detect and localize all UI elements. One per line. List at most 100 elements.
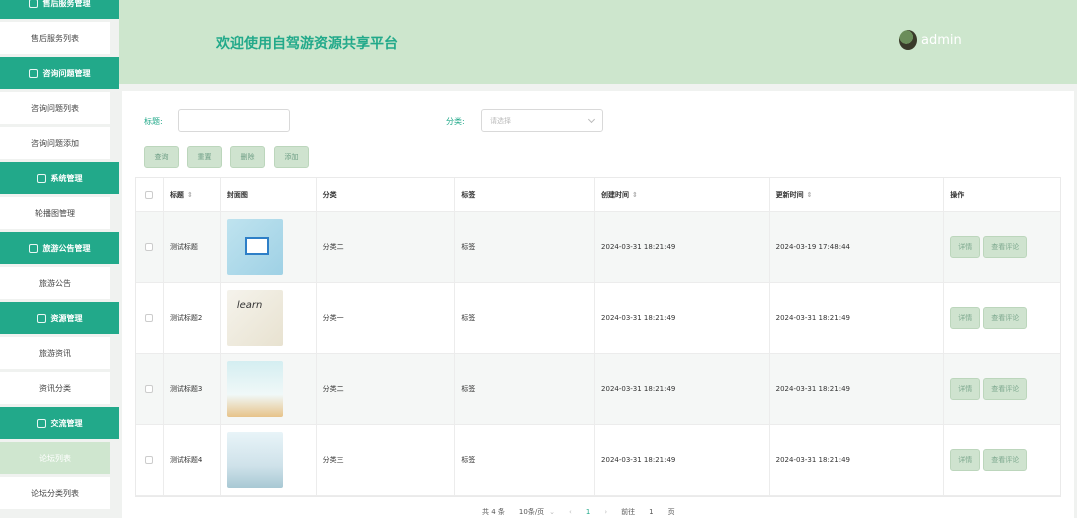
sidebar-group[interactable]: 交流管理: [0, 407, 119, 439]
detail-button[interactable]: 详情: [950, 449, 981, 471]
view-comments-button[interactable]: 查看评论: [983, 236, 1028, 258]
delete-button[interactable]: 删除: [230, 146, 265, 168]
row-cover-cell: [221, 212, 317, 282]
select-all-checkbox[interactable]: [145, 190, 154, 199]
row-checkbox[interactable]: [145, 385, 154, 393]
forum-table: 标题 ⇕ 封面图 分类 标签 创建时间 ⇕ 更新时间 ⇕ 操作 测试标题 分类二 标签 20…: [135, 177, 1061, 497]
row-cover-cell: [221, 425, 317, 495]
add-button[interactable]: 添加: [274, 146, 309, 168]
goto-page-input[interactable]: 1: [649, 508, 653, 516]
sidebar-item[interactable]: 咨询问题添加: [0, 127, 110, 159]
sidebar-group-label: 交流管理: [50, 418, 83, 428]
category-placeholder: 请选择: [490, 116, 511, 125]
view-comments-button[interactable]: 查看评论: [983, 307, 1028, 329]
table-row: 测试标题3 分类二 标签 2024-03-31 18:21:49 2024-03-31 …: [136, 354, 1060, 425]
view-comments-button[interactable]: 查看评论: [983, 449, 1028, 471]
sidebar-group[interactable]: 售后服务管理: [0, 0, 119, 19]
page-size-value: 10条/页: [518, 508, 545, 516]
header-cover: 封面图: [221, 178, 317, 211]
view-comments-button[interactable]: 查看评论: [983, 378, 1028, 400]
row-created: 2024-03-31 18:21:49: [595, 212, 770, 282]
avatar[interactable]: [899, 30, 917, 50]
header: 欢迎使用自驾游资源共享平台 admin: [119, 0, 1077, 84]
header-actions: 操作: [950, 190, 965, 199]
cover-image: [226, 432, 283, 488]
header-title[interactable]: 标题 ⇕: [164, 178, 221, 211]
sidebar-group[interactable]: 系统管理: [0, 162, 119, 194]
row-title: 测试标题4: [164, 425, 221, 495]
row-category: 分类二: [317, 212, 456, 282]
sidebar-item[interactable]: 论坛列表: [0, 442, 110, 474]
row-actions: 详情 查看评论: [944, 354, 1060, 424]
row-cover-cell: [221, 283, 317, 353]
header-category: 分类: [317, 178, 456, 211]
row-tag: 标签: [455, 425, 596, 495]
main-content: 标题: 分类: 请选择 查询 重置 删除 添加 标题 ⇕ 封面图 分类 标签 创建…: [122, 91, 1074, 518]
row-checkbox[interactable]: [145, 243, 154, 251]
row-created: 2024-03-31 18:21:49: [595, 425, 770, 495]
row-actions: 详情 查看评论: [944, 283, 1060, 353]
row-updated: 2024-03-31 18:21:49: [770, 425, 945, 495]
sidebar-group-label: 售后服务管理: [42, 0, 91, 8]
user-menu[interactable]: admin: [899, 30, 962, 50]
page-size-select[interactable]: 10条/页 ⌄: [519, 507, 555, 517]
row-tag: 标签: [455, 212, 596, 282]
menu-group-icon: [36, 418, 46, 428]
query-button[interactable]: 查询: [144, 146, 179, 168]
sidebar-item[interactable]: 论坛分类列表: [0, 477, 110, 509]
sidebar-item[interactable]: 资讯分类: [0, 372, 110, 404]
sort-icon[interactable]: ⇕: [187, 191, 193, 199]
row-category: 分类一: [317, 283, 456, 353]
sidebar-group[interactable]: 旅游公告管理: [0, 232, 119, 264]
sidebar-group[interactable]: 咨询问题管理: [0, 57, 119, 89]
sidebar-group-label: 资源管理: [50, 313, 83, 323]
table-header-row: 标题 ⇕ 封面图 分类 标签 创建时间 ⇕ 更新时间 ⇕ 操作: [136, 178, 1060, 212]
sidebar-item[interactable]: 轮播图管理: [0, 197, 110, 229]
sort-icon[interactable]: ⇕: [807, 191, 813, 199]
app-root: 售后服务管理售后服务列表 咨询问题管理 咨询问题列表 咨询问题添加 系统管理 轮播图管理旅…: [0, 0, 1077, 518]
chevron-down-icon: ⌄: [549, 508, 556, 516]
sidebar-item[interactable]: 咨询问题列表: [0, 92, 110, 124]
menu-group-icon: [28, 0, 38, 8]
row-checkbox[interactable]: [145, 314, 154, 322]
row-checkbox[interactable]: [145, 456, 154, 464]
page-number[interactable]: 1: [586, 508, 590, 516]
prev-page-icon[interactable]: ‹: [569, 508, 572, 516]
sidebar-group-label: 旅游公告管理: [42, 243, 91, 253]
detail-button[interactable]: 详情: [950, 307, 981, 329]
sidebar-item[interactable]: 旅游资讯: [0, 337, 110, 369]
sidebar-item[interactable]: 旅游公告: [0, 267, 110, 299]
pagination: 共 4 条 10条/页 ⌄ ‹ 1 › 前往 1 页: [482, 507, 675, 517]
row-updated: 2024-03-31 18:21:49: [770, 283, 945, 353]
detail-button[interactable]: 详情: [950, 378, 981, 400]
goto-suffix: 页: [667, 508, 675, 516]
site-title: 欢迎使用自驾游资源共享平台: [216, 36, 398, 52]
table-row: 测试标题 分类二 标签 2024-03-31 18:21:49 2024-03-19 1…: [136, 212, 1060, 283]
sidebar-group[interactable]: 资源管理: [0, 302, 119, 334]
row-updated: 2024-03-31 18:21:49: [770, 354, 945, 424]
next-page-icon[interactable]: ›: [604, 508, 607, 516]
row-select-cell: [136, 212, 164, 282]
select-all-cell: [136, 178, 164, 211]
title-filter-input[interactable]: [178, 109, 290, 132]
menu-group-icon: [36, 313, 46, 323]
header-title-text: 标题: [169, 190, 184, 199]
detail-button[interactable]: 详情: [950, 236, 981, 258]
reset-button[interactable]: 重置: [187, 146, 222, 168]
goto-prefix: 前往: [621, 508, 636, 516]
row-created: 2024-03-31 18:21:49: [595, 354, 770, 424]
row-category: 分类三: [317, 425, 456, 495]
header-updated[interactable]: 更新时间 ⇕: [770, 178, 945, 211]
sort-icon[interactable]: ⇕: [632, 191, 638, 199]
username[interactable]: admin: [921, 33, 962, 48]
row-title: 测试标题3: [164, 354, 221, 424]
category-filter-select[interactable]: 请选择: [481, 109, 603, 132]
row-actions: 详情 查看评论: [944, 425, 1060, 495]
sidebar-item[interactable]: 售后服务列表: [0, 22, 110, 54]
header-created[interactable]: 创建时间 ⇕: [595, 178, 770, 211]
menu-group-icon: [28, 243, 38, 253]
row-tag: 标签: [455, 354, 596, 424]
category-filter-label: 分类:: [446, 117, 465, 126]
cover-image: [226, 219, 283, 275]
row-updated: 2024-03-19 17:48:44: [770, 212, 945, 282]
